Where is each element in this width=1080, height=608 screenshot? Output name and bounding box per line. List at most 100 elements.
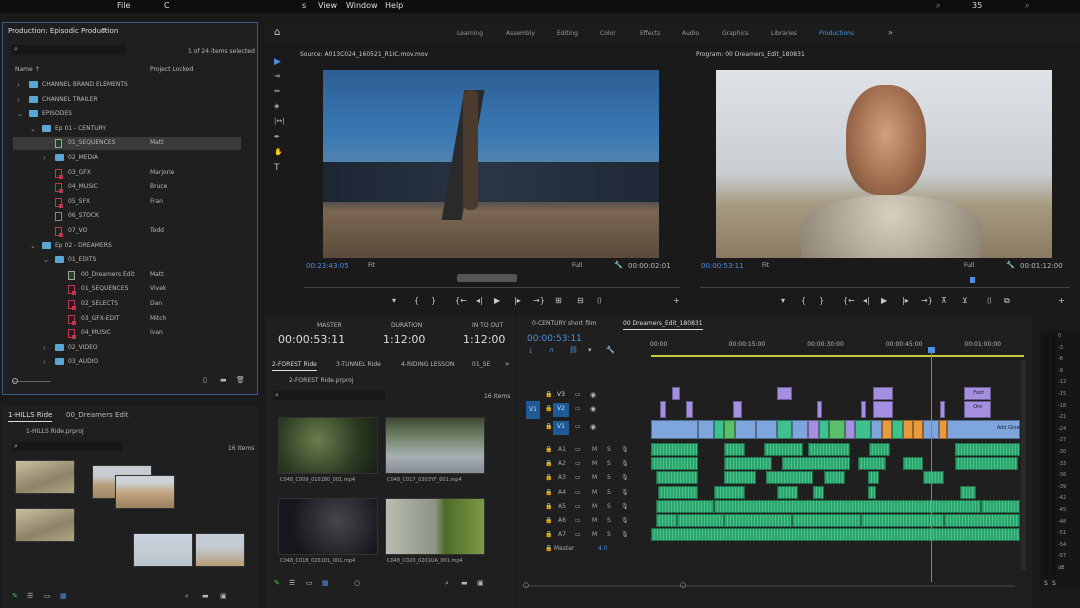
lock-icon[interactable]: 🔒: [545, 405, 552, 412]
graphic-clip[interactable]: [873, 387, 894, 400]
audio-clip[interactable]: [960, 486, 976, 499]
audio-clip[interactable]: [808, 443, 851, 456]
lock-icon[interactable]: 🔒: [545, 489, 552, 496]
program-step-forward-button[interactable]: |▸: [902, 296, 909, 305]
program-compare-button[interactable]: ⧉: [1004, 296, 1010, 306]
graphic-clip[interactable]: [873, 401, 894, 418]
audio-clip[interactable]: [651, 457, 699, 470]
search-icon[interactable]: ⌕: [445, 579, 449, 588]
search-icon[interactable]: ⌕: [185, 592, 189, 601]
new-bin-icon[interactable]: ▬: [461, 579, 468, 587]
icon-view-icon[interactable]: ▭: [44, 592, 51, 600]
audio-clip[interactable]: [656, 514, 678, 527]
audio-clip[interactable]: [868, 471, 879, 484]
thumbnail[interactable]: [385, 417, 485, 474]
source-mark-out-button[interactable]: }: [431, 296, 436, 305]
search-icon[interactable]: ⌕: [1025, 1, 1029, 11]
insert-sequence-icon[interactable]: ⤓: [529, 346, 532, 355]
voice-over-icon[interactable]: 🎙: [621, 446, 629, 453]
program-mark-in-button[interactable]: {: [801, 296, 806, 305]
audio-clip[interactable]: [776, 486, 798, 499]
pen-icon[interactable]: ✒: [274, 133, 280, 141]
voice-over-icon[interactable]: 🎙: [621, 474, 629, 481]
project-item[interactable]: › 02_VIDEO: [13, 342, 241, 355]
video-clip[interactable]: [844, 420, 856, 439]
project-item[interactable]: › CHANNEL BRAND ELEMENTS: [13, 79, 241, 92]
audio-clip[interactable]: [724, 443, 746, 456]
zoom-slider-handle[interactable]: [12, 378, 18, 384]
video-clip[interactable]: [881, 420, 893, 439]
audio-clip[interactable]: [656, 500, 714, 513]
pencil-icon[interactable]: ✎: [274, 579, 280, 587]
source-step-back-button[interactable]: ◂|: [476, 296, 483, 305]
menu-view[interactable]: View: [318, 1, 337, 10]
program-marker-button[interactable]: ▾: [781, 296, 785, 305]
list-view-icon[interactable]: ☰: [27, 592, 33, 600]
audio-clip[interactable]: [724, 514, 793, 527]
new-bin-icon[interactable]: ▬: [202, 592, 209, 600]
selection-tool-icon[interactable]: ▶: [274, 57, 281, 67]
video-clip[interactable]: [713, 420, 725, 439]
wrench-icon[interactable]: 🔧: [1006, 261, 1015, 269]
chevron-down-icon[interactable]: ⌄: [30, 125, 36, 133]
tab-forest-ride[interactable]: 2-FOREST Ride: [272, 361, 317, 371]
project-item[interactable]: ⌄ EPISODES: [13, 108, 241, 121]
source-overwrite-button[interactable]: ⊟: [577, 296, 584, 305]
source-add-button[interactable]: +: [673, 296, 680, 305]
sync-lock-icon[interactable]: ▭: [575, 489, 581, 496]
master-volume[interactable]: 4.0: [598, 545, 608, 552]
program-timecode[interactable]: 00:00:53:11: [701, 262, 744, 270]
timeline-timecode[interactable]: 00:00:53:11: [527, 334, 582, 344]
chevron-down-icon[interactable]: ⌄: [43, 256, 49, 264]
lock-icon[interactable]: 🔒: [545, 545, 552, 552]
lock-icon[interactable]: 🔒: [545, 460, 552, 467]
project-item[interactable]: ⌄ 01_EDITS: [13, 254, 241, 267]
audio-clip[interactable]: [651, 443, 699, 456]
graphic-clip[interactable]: [817, 401, 822, 418]
track-label-a3[interactable]: A3: [558, 474, 566, 481]
workspace-more-button[interactable]: »: [888, 28, 893, 37]
audio-clip[interactable]: [860, 514, 945, 527]
program-quality-dropdown[interactable]: Full: [964, 262, 974, 269]
project-item[interactable]: 03_GFX-EDIT Mitch: [13, 313, 241, 326]
audio-clip[interactable]: [763, 443, 803, 456]
mute-button[interactable]: M: [592, 503, 597, 510]
program-go-to-in-button[interactable]: {←: [843, 296, 855, 305]
menu-help[interactable]: Help: [385, 1, 403, 10]
marker-icon[interactable]: ▾: [588, 346, 592, 354]
audio-clip[interactable]: [857, 457, 886, 470]
project-item[interactable]: 04_MUSIC Ivan: [13, 327, 241, 340]
new-bin-icon[interactable]: ▬: [220, 376, 227, 384]
audio-clip[interactable]: [868, 486, 877, 499]
zoom-slider-handle[interactable]: ○: [354, 579, 360, 587]
graphic-clip[interactable]: [659, 401, 667, 418]
audio-clip[interactable]: [823, 471, 845, 484]
solo-button[interactable]: S: [607, 503, 611, 510]
track-target-v1[interactable]: V1: [553, 421, 569, 435]
lock-icon[interactable]: 🔒: [545, 474, 552, 481]
program-mark-out-button[interactable]: }: [819, 296, 824, 305]
audio-clip[interactable]: [724, 471, 756, 484]
solo-button[interactable]: S: [607, 474, 611, 481]
sync-lock-icon[interactable]: ▭: [575, 446, 581, 453]
thumbnail[interactable]: [15, 460, 75, 494]
voice-over-icon[interactable]: 🎙: [621, 531, 629, 538]
video-clip[interactable]: [871, 420, 882, 439]
solo-button[interactable]: S: [607, 460, 611, 467]
work-area-bar[interactable]: [651, 355, 1025, 357]
sync-lock-icon[interactable]: ▭: [575, 474, 581, 481]
track-select-icon[interactable]: ⇥: [274, 72, 280, 80]
source-zoom-bar[interactable]: [457, 274, 517, 282]
source-patch-v1[interactable]: V1: [526, 401, 540, 419]
thumbnail[interactable]: [278, 498, 378, 555]
wrench-icon[interactable]: 🔧: [614, 261, 623, 269]
program-fit-dropdown[interactable]: Fit: [762, 262, 769, 269]
video-clip[interactable]: [855, 420, 872, 439]
tab-hills-ride[interactable]: 1-HILLS Ride: [8, 411, 53, 422]
source-timecode[interactable]: 00:23:43:05: [306, 262, 349, 270]
tab-dreamers-edit[interactable]: 00_Dreamers Edit: [66, 411, 129, 419]
mute-button[interactable]: M: [592, 531, 597, 538]
menu-window[interactable]: Window: [346, 1, 378, 10]
audio-clip[interactable]: [954, 457, 1018, 470]
voice-over-icon[interactable]: 🎙: [621, 517, 629, 524]
